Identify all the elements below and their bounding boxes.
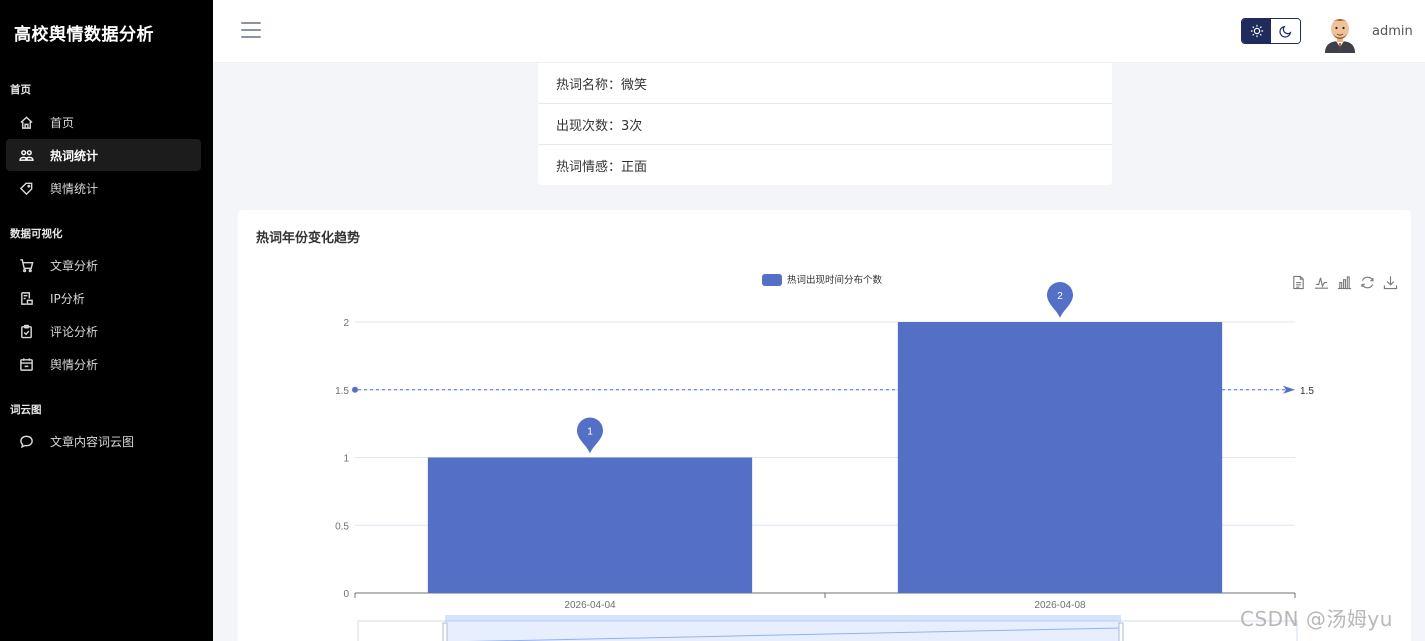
hot-word-info-card: 热词名称：微笑 出现次数：3次 热词情感：正面 — [538, 63, 1112, 185]
moon-icon[interactable] — [1271, 19, 1300, 43]
sidebar: 高校舆情数据分析 首页 首页 热词统计 舆情统计 数据可视化 文章分析 IP分析… — [0, 0, 213, 641]
tag-icon — [18, 180, 34, 196]
hot-words-icon — [18, 147, 34, 163]
sidebar-item-wordcloud[interactable]: 文章内容词云图 — [6, 425, 201, 457]
sidebar-item-ip-analysis[interactable]: IP分析 — [6, 282, 201, 314]
sidebar-item-label: 首页 — [50, 115, 75, 130]
theme-toggle[interactable] — [1241, 18, 1301, 44]
chart-legend[interactable]: 热词出现时间分布个数 — [762, 274, 883, 286]
bar — [897, 322, 1223, 593]
hot-word-count: 出现次数：3次 — [538, 104, 1112, 145]
legend-swatch — [762, 274, 782, 286]
sidebar-item-label: 舆情统计 — [50, 181, 99, 196]
menu-toggle-icon[interactable] — [241, 22, 261, 40]
sidebar-item-label: 评论分析 — [50, 324, 99, 339]
sidebar-item-sentiment-analysis[interactable]: 舆情分析 — [6, 348, 201, 380]
sun-icon[interactable] — [1242, 19, 1271, 43]
sidebar-item-article-analysis[interactable]: 文章分析 — [6, 249, 201, 281]
y-tick-label: 0 — [343, 589, 349, 600]
clipboard-icon — [18, 323, 34, 339]
sidebar-item-label: 热词统计 — [50, 148, 99, 163]
calendar-icon — [18, 356, 34, 372]
data-zoom-slider[interactable] — [357, 615, 1298, 641]
brand-title: 高校舆情数据分析 — [14, 25, 154, 45]
y-tick-label: 1.5 — [335, 386, 349, 397]
watermark: CSDN @汤姆yu — [1240, 607, 1393, 631]
data-zoom-window — [445, 621, 1121, 641]
bar-chart: 0 0.5 1 1.5 2 2026-04-04 2026-04-08 1.5 1 2 热词出… — [335, 274, 1314, 641]
mark-point-label: 2 — [1057, 291, 1063, 302]
sidebar-item-label: IP分析 — [50, 291, 85, 306]
x-tick-label: 2026-04-04 — [564, 600, 616, 611]
chart-card: 热词年份变化趋势 0 0.5 1 1.5 2 2026-04-04 2026-04-08 1… — [238, 210, 1411, 641]
y-tick-label: 2 — [343, 318, 349, 329]
home-icon — [18, 114, 34, 130]
username[interactable]: admin — [1372, 24, 1413, 39]
avatar[interactable] — [1322, 13, 1358, 53]
sidebar-item-hot-words[interactable]: 热词统计 — [6, 139, 201, 171]
sidebar-item-label: 文章内容词云图 — [50, 434, 135, 449]
cart-icon — [18, 257, 34, 273]
data-zoom-handle-bar — [445, 615, 1121, 621]
chat-icon — [18, 433, 34, 449]
top-header: admin — [213, 0, 1425, 63]
data-zoom-right-handle — [1118, 622, 1124, 641]
section-title-wordcloud: 词云图 — [10, 404, 42, 416]
hot-word-sentiment: 热词情感：正面 — [556, 160, 648, 175]
y-tick-label: 1 — [343, 454, 349, 465]
legend-label: 热词出现时间分布个数 — [787, 274, 883, 286]
sidebar-item-comment-analysis[interactable]: 评论分析 — [6, 315, 201, 347]
hot-word-name: 热词名称：微笑 — [538, 63, 1112, 104]
y-tick-label: 0.5 — [335, 521, 349, 532]
mark-line-label: 1.5 — [1300, 386, 1314, 397]
data-zoom-left-handle — [442, 622, 448, 641]
section-title-visualization: 数据可视化 — [10, 228, 63, 240]
bar — [427, 457, 753, 593]
sidebar-item-sentiment-stats[interactable]: 舆情统计 — [6, 172, 201, 204]
x-tick-label: 2026-04-08 — [1034, 600, 1086, 611]
sidebar-item-home[interactable]: 首页 — [6, 106, 201, 138]
ip-icon — [18, 290, 34, 306]
mark-point-label: 1 — [587, 427, 593, 438]
sidebar-item-label: 文章分析 — [50, 258, 99, 273]
sidebar-item-label: 舆情分析 — [50, 357, 99, 372]
section-title-home: 首页 — [10, 84, 31, 96]
mark-line-start — [352, 386, 358, 393]
